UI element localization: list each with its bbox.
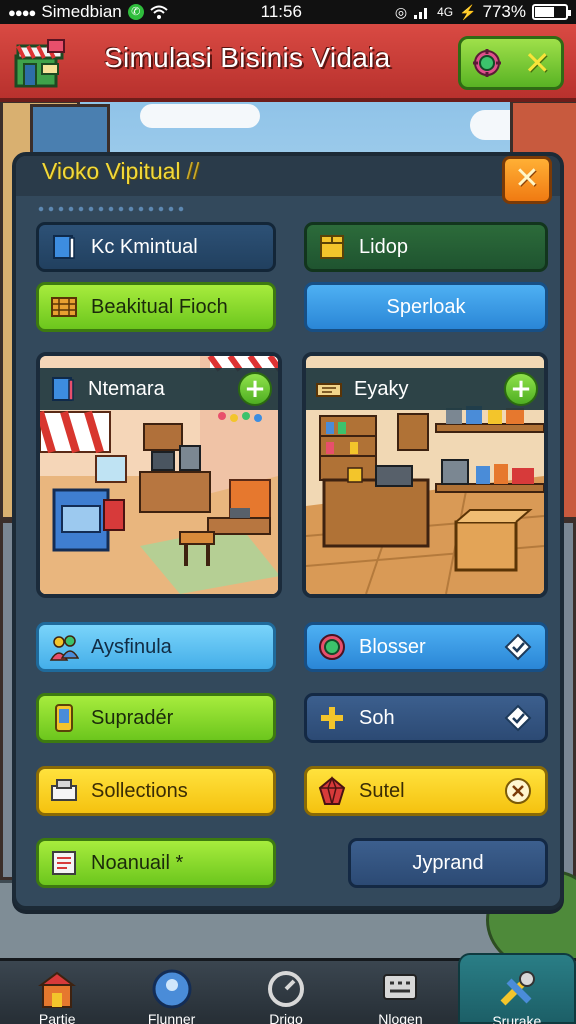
network-type-icon: 4G	[437, 5, 454, 19]
grid-button-jyprand-label: Jyprand	[412, 851, 484, 874]
room-card-1[interactable]: Ntemara +	[36, 352, 282, 598]
top-button-2-label: Lidop	[359, 235, 408, 258]
panel-title: Vioko Vipitual//	[42, 158, 199, 185]
nav-partie[interactable]: Partie	[0, 961, 114, 1024]
nav-nlogen-label: Nlogen	[378, 1011, 423, 1024]
gear-icon[interactable]	[471, 47, 503, 79]
plus-icon	[321, 707, 343, 729]
scroll-icon	[316, 383, 342, 397]
grid-button-sollections-label: Sollections	[91, 779, 188, 802]
room-card-1-label: Ntemara	[88, 377, 165, 400]
battery-percent: 773%	[482, 2, 526, 21]
wifi-icon	[150, 5, 168, 19]
grid-button-noanuail[interactable]: Noanuail *	[36, 838, 276, 888]
shop-icon	[38, 971, 77, 1008]
grid-button-sutel[interactable]: Sutel	[304, 766, 548, 816]
grid-button-sollections[interactable]: Sollections	[36, 766, 276, 816]
top-button-4[interactable]: Sperloak	[304, 282, 548, 332]
nav-srurake[interactable]: Srurake	[457, 953, 576, 1024]
grid-button-noanuail-label: Noanuail *	[91, 851, 184, 874]
panel-title-text: Vioko Vipitual	[42, 158, 181, 184]
carrier-name: Simedbian	[41, 2, 122, 21]
grid-button-aysfinula[interactable]: Aysfinula	[36, 622, 276, 672]
room-card-2-header: Eyaky +	[306, 368, 544, 410]
grid-button-blosser[interactable]: Blosser	[304, 622, 548, 672]
nav-flunner[interactable]: Flunner	[114, 961, 228, 1024]
panel-title-mark: //	[186, 158, 200, 184]
status-bar: ●●●● Simedbian ✆ 11:56 ◎ 4G ⚡ 773%	[0, 0, 576, 24]
grid-button-jyprand[interactable]: Jyprand	[348, 838, 548, 888]
clock-icon	[268, 971, 305, 1007]
crystal-icon	[318, 776, 346, 805]
top-button-3[interactable]: Beakitual Fioch	[36, 282, 276, 332]
panel-close-button[interactable]: ✕	[502, 156, 552, 204]
top-button-4-label: Sperloak	[386, 295, 466, 318]
grid-button-supradér-label: Supradér	[91, 706, 174, 729]
grid-button-supradér[interactable]: Supradér	[36, 693, 276, 743]
book-icon	[53, 235, 75, 259]
add-room-1-button[interactable]: +	[238, 372, 272, 406]
cloud	[140, 104, 260, 128]
pin-icon	[152, 969, 192, 1009]
dotted-divider	[36, 206, 186, 212]
battery-icon	[532, 4, 571, 20]
diamond-check-icon	[504, 633, 532, 661]
room-card-2[interactable]: Eyaky +	[302, 352, 548, 598]
bottom-navigation: Partie Flunner Drigo Nlogen Srurake	[0, 953, 576, 1024]
coin-icon	[319, 634, 345, 660]
shop-logo-icon	[14, 39, 65, 88]
chat-icon	[383, 974, 418, 1000]
panel-titlebar: Vioko Vipitual//	[16, 156, 560, 196]
register-icon	[51, 779, 77, 801]
grid-button-sutel-label: Sutel	[359, 779, 405, 802]
nav-drigo-label: Drigo	[269, 1011, 303, 1024]
nav-partie-label: Partie	[38, 1011, 76, 1024]
room-card-1-header: Ntemara +	[40, 368, 278, 410]
grid-button-aysfinula-label: Aysfinula	[91, 635, 172, 658]
page-title: Simulasi Bisinis Vidaia	[104, 42, 391, 73]
app-header: Simulasi Bisinis Vidaia ✕	[0, 24, 576, 102]
header-actions: ✕	[458, 36, 564, 90]
signal-bars-icon	[414, 8, 428, 19]
charging-icon: ⚡	[459, 3, 477, 20]
business-panel: Vioko Vipitual// ✕ Kc Kmintual Lidop Bea…	[12, 152, 564, 910]
grid-button-soh-label: Soh	[359, 706, 395, 729]
top-button-1-label: Kc Kmintual	[91, 235, 198, 258]
ledger-icon	[52, 851, 76, 875]
alarm-icon: ◎	[394, 3, 408, 20]
top-button-2[interactable]: Lidop	[304, 222, 548, 272]
room-card-2-label: Eyaky	[354, 377, 409, 400]
grid-button-blosser-label: Blosser	[359, 635, 426, 658]
close-icon[interactable]: ✕	[524, 47, 551, 79]
nav-flunner-label: Flunner	[147, 1011, 196, 1024]
crate-icon	[51, 297, 77, 317]
diamond-check-icon	[504, 704, 532, 732]
nav-srurake-label: Srurake	[492, 1013, 542, 1024]
people-icon	[49, 635, 79, 661]
phone-icon	[55, 704, 73, 732]
whatsapp-icon: ✆	[127, 4, 144, 20]
nav-drigo[interactable]: Drigo	[229, 961, 343, 1024]
book-icon	[52, 377, 74, 401]
nav-nlogen[interactable]: Nlogen	[343, 961, 457, 1024]
close-circle-icon	[505, 778, 531, 804]
top-button-3-label: Beakitual Fioch	[91, 295, 228, 318]
box-icon	[320, 235, 344, 259]
top-button-1[interactable]: Kc Kmintual	[36, 222, 276, 272]
signal-dots-icon: ●●●●	[8, 4, 36, 20]
clock: 11:56	[260, 2, 302, 21]
tools-icon	[500, 971, 535, 1006]
add-room-2-button[interactable]: +	[504, 372, 538, 406]
grid-button-soh[interactable]: Soh	[304, 693, 548, 743]
